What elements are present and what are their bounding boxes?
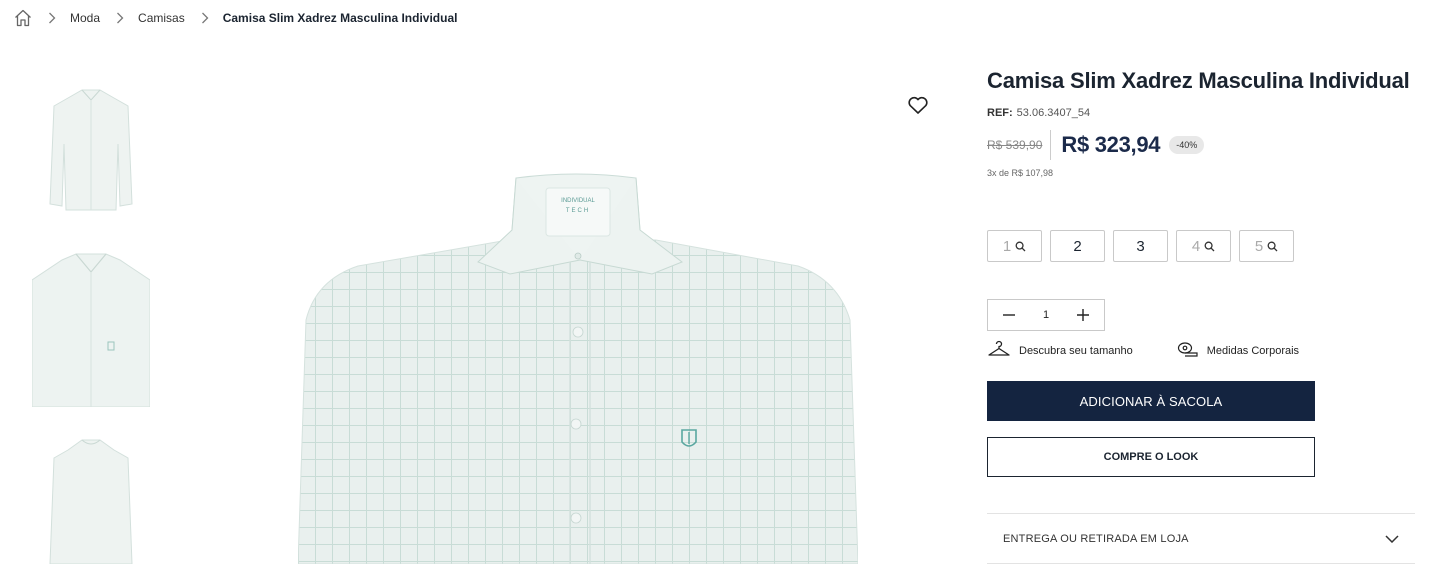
search-icon — [1015, 241, 1026, 252]
quantity-value[interactable]: 1 — [1043, 309, 1049, 321]
minus-icon[interactable] — [1002, 308, 1016, 322]
breadcrumb-link-camisas[interactable]: Camisas — [138, 11, 185, 25]
main-product-image: INDIVIDUAL TECH — [298, 170, 858, 564]
body-measures-label: Medidas Corporais — [1206, 344, 1300, 357]
old-price: R$ 539,90 — [987, 138, 1043, 152]
breadcrumb-current: Camisa Slim Xadrez Masculina Individual — [222, 11, 458, 25]
shirt-label-subtext: TECH — [566, 208, 590, 214]
size-helpers: Descubra seu tamanho Medidas Corporais — [987, 339, 1299, 362]
thumbnail-detail[interactable] — [32, 250, 150, 407]
size-label: 4 — [1191, 237, 1201, 255]
size-label: 3 — [1136, 237, 1145, 255]
size-guide-link[interactable]: Descubra seu tamanho — [987, 339, 1133, 362]
size-label: 2 — [1073, 237, 1082, 255]
hanger-icon — [987, 339, 1019, 362]
search-icon — [1267, 241, 1278, 252]
thumbnail-back[interactable] — [32, 436, 150, 564]
size-option-3[interactable]: 3 — [1113, 230, 1168, 262]
quantity-stepper: 1 — [987, 299, 1105, 331]
size-option-5[interactable]: 5 — [1239, 230, 1294, 262]
shop-the-look-button[interactable]: COMPRE O LOOK — [987, 437, 1315, 477]
delivery-accordion-label: ENTREGA OU RETIRADA EM LOJA — [1003, 532, 1189, 545]
size-option-2[interactable]: 2 — [1050, 230, 1105, 262]
size-guide-label: Descubra seu tamanho — [1019, 344, 1133, 357]
breadcrumb-link-moda[interactable]: Moda — [70, 11, 100, 25]
price-row: R$ 539,90 R$ 323,94 -40% — [987, 130, 1205, 160]
size-selector: 1 2 3 4 5 — [987, 230, 1294, 262]
chevron-right-icon — [201, 12, 211, 24]
breadcrumb: Moda Camisas Camisa Slim Xadrez Masculin… — [12, 6, 457, 30]
price-divider — [1050, 130, 1052, 160]
size-label: 5 — [1254, 237, 1264, 255]
delivery-accordion[interactable]: ENTREGA OU RETIRADA EM LOJA — [987, 513, 1415, 564]
plus-icon[interactable] — [1076, 308, 1090, 322]
search-icon — [1204, 241, 1215, 252]
size-label: 1 — [1002, 237, 1012, 255]
tape-measure-icon — [1177, 340, 1207, 361]
size-option-1[interactable]: 1 — [987, 230, 1042, 262]
product-title: Camisa Slim Xadrez Masculina Individual — [987, 68, 1410, 93]
home-icon[interactable] — [12, 7, 34, 29]
body-measures-link[interactable]: Medidas Corporais — [1177, 340, 1299, 361]
shirt-label-text: INDIVIDUAL — [561, 198, 595, 204]
size-option-4[interactable]: 4 — [1176, 230, 1231, 262]
current-price: R$ 323,94 — [1061, 132, 1161, 157]
installments: 3x de R$ 107,98 — [987, 168, 1054, 178]
product-ref: REF: 53.06.3407_54 — [987, 107, 1090, 119]
ref-label: REF: — [987, 107, 1013, 119]
chevron-right-icon — [116, 12, 126, 24]
add-to-bag-button[interactable]: ADICIONAR À SACOLA — [987, 381, 1315, 421]
thumbnail-front[interactable] — [32, 84, 150, 214]
chevron-right-icon — [48, 12, 58, 24]
chevron-down-icon — [1385, 530, 1399, 548]
discount-badge: -40% — [1169, 136, 1205, 154]
heart-icon[interactable] — [906, 93, 930, 117]
ref-value: 53.06.3407_54 — [1016, 107, 1091, 119]
